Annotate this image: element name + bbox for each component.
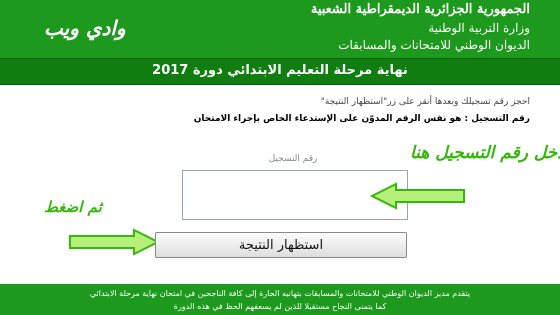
- page-header: الجمهورية الجزائرية الديمقراطية الشعبية …: [0, 0, 560, 58]
- header-country-line: الجمهورية الجزائرية الديمقراطية الشعبية: [310, 2, 530, 17]
- footer-congrats-line: يتقدم مدير الديوان الوطني للامتحانات وال…: [89, 289, 471, 298]
- then-press-annotation: ثم اضغط: [44, 198, 102, 216]
- registration-field-label: رقم التسجيل: [268, 154, 318, 164]
- show-result-button[interactable]: استظهار النتيجة: [155, 232, 407, 258]
- arrow-left-icon: [370, 182, 465, 210]
- enter-number-annotation: أدخل رقم التسجيل هنا: [410, 143, 560, 163]
- site-watermark: وادي ويب: [44, 16, 126, 40]
- header-office-line: الديوان الوطني للامتحانات والمسابقات: [338, 38, 530, 52]
- registration-note: رقم التسجيل : هو نفس الرقم المدوّن على ا…: [194, 114, 530, 124]
- exam-title-bar: نهاية مرحلة التعليم الابتدائي دورة 2017: [0, 58, 560, 85]
- instruction-line: احجز رقم تسجيلك وبعدها أنقر على زر"استظه…: [320, 97, 530, 107]
- exam-title: نهاية مرحلة التعليم الابتدائي دورة 2017: [152, 63, 408, 78]
- registration-note-label: رقم التسجيل :: [464, 114, 531, 124]
- footer-wishes-line: كما يتمنى النجاح مستقبلا للذين لم يسعفهم…: [173, 302, 387, 311]
- page-footer: يتقدم مدير الديوان الوطني للامتحانات وال…: [0, 284, 560, 315]
- arrow-right-icon: [69, 228, 160, 256]
- registration-note-text: هو نفس الرقم المدوّن على الإستدعاء الخاص…: [193, 114, 462, 124]
- header-ministry-line: وزارة التربية الوطنية: [428, 21, 530, 35]
